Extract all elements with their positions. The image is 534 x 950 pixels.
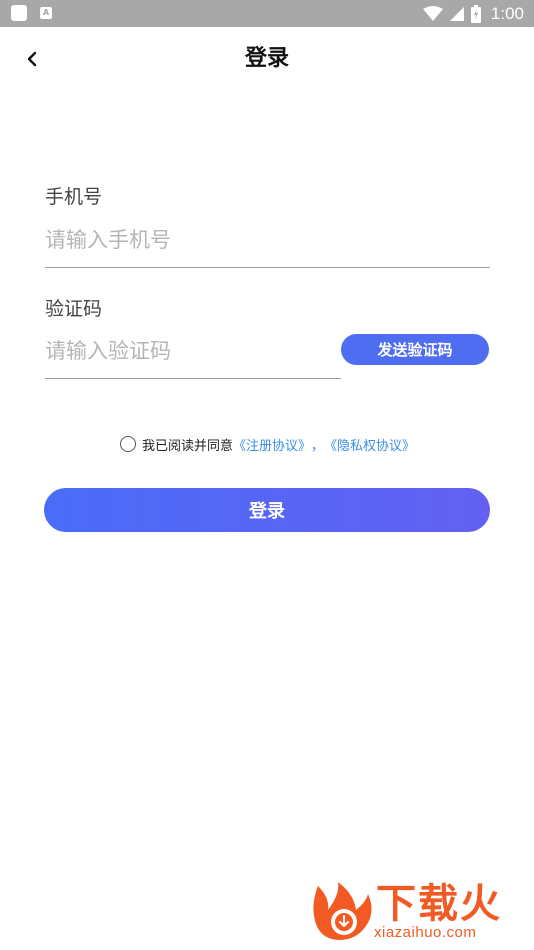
notification-square-icon bbox=[11, 5, 27, 21]
signal-icon bbox=[449, 6, 464, 21]
agreement-radio[interactable] bbox=[120, 436, 136, 452]
battery-icon bbox=[470, 4, 481, 23]
status-icons: 1:00 bbox=[422, 0, 524, 27]
flame-logo-icon bbox=[313, 882, 372, 940]
status-bar: A 1:00 bbox=[0, 0, 534, 27]
login-button[interactable]: 登录 bbox=[44, 488, 490, 532]
wifi-icon bbox=[422, 5, 443, 21]
privacy-agreement-link[interactable]: 《隐私权协议》 bbox=[324, 435, 415, 454]
watermark-brand: 下载火 bbox=[376, 881, 502, 927]
send-code-button[interactable]: 发送验证码 bbox=[341, 334, 489, 365]
notification-a-icon: A bbox=[40, 7, 52, 19]
register-agreement-link[interactable]: 《注册协议》 bbox=[233, 435, 311, 454]
agreement-separator: ， bbox=[311, 438, 325, 454]
header: 登录 bbox=[0, 27, 534, 91]
phone-input[interactable] bbox=[45, 220, 489, 260]
code-underline bbox=[45, 378, 341, 379]
agreement-prefix: 我已阅读并同意 bbox=[142, 438, 234, 454]
code-label: 验证码 bbox=[45, 298, 103, 320]
watermark-url: xiazaihuo.com bbox=[374, 924, 477, 941]
code-input[interactable] bbox=[45, 331, 335, 371]
phone-underline bbox=[45, 267, 490, 268]
page-title: 登录 bbox=[244, 46, 289, 71]
agreement-row: 我已阅读并同意 《注册协议》 ， 《隐私权协议》 bbox=[120, 435, 415, 454]
phone-label: 手机号 bbox=[45, 186, 103, 208]
status-time: 1:00 bbox=[490, 3, 524, 23]
watermark: 下载火 xiazaihuo.com bbox=[310, 878, 530, 944]
